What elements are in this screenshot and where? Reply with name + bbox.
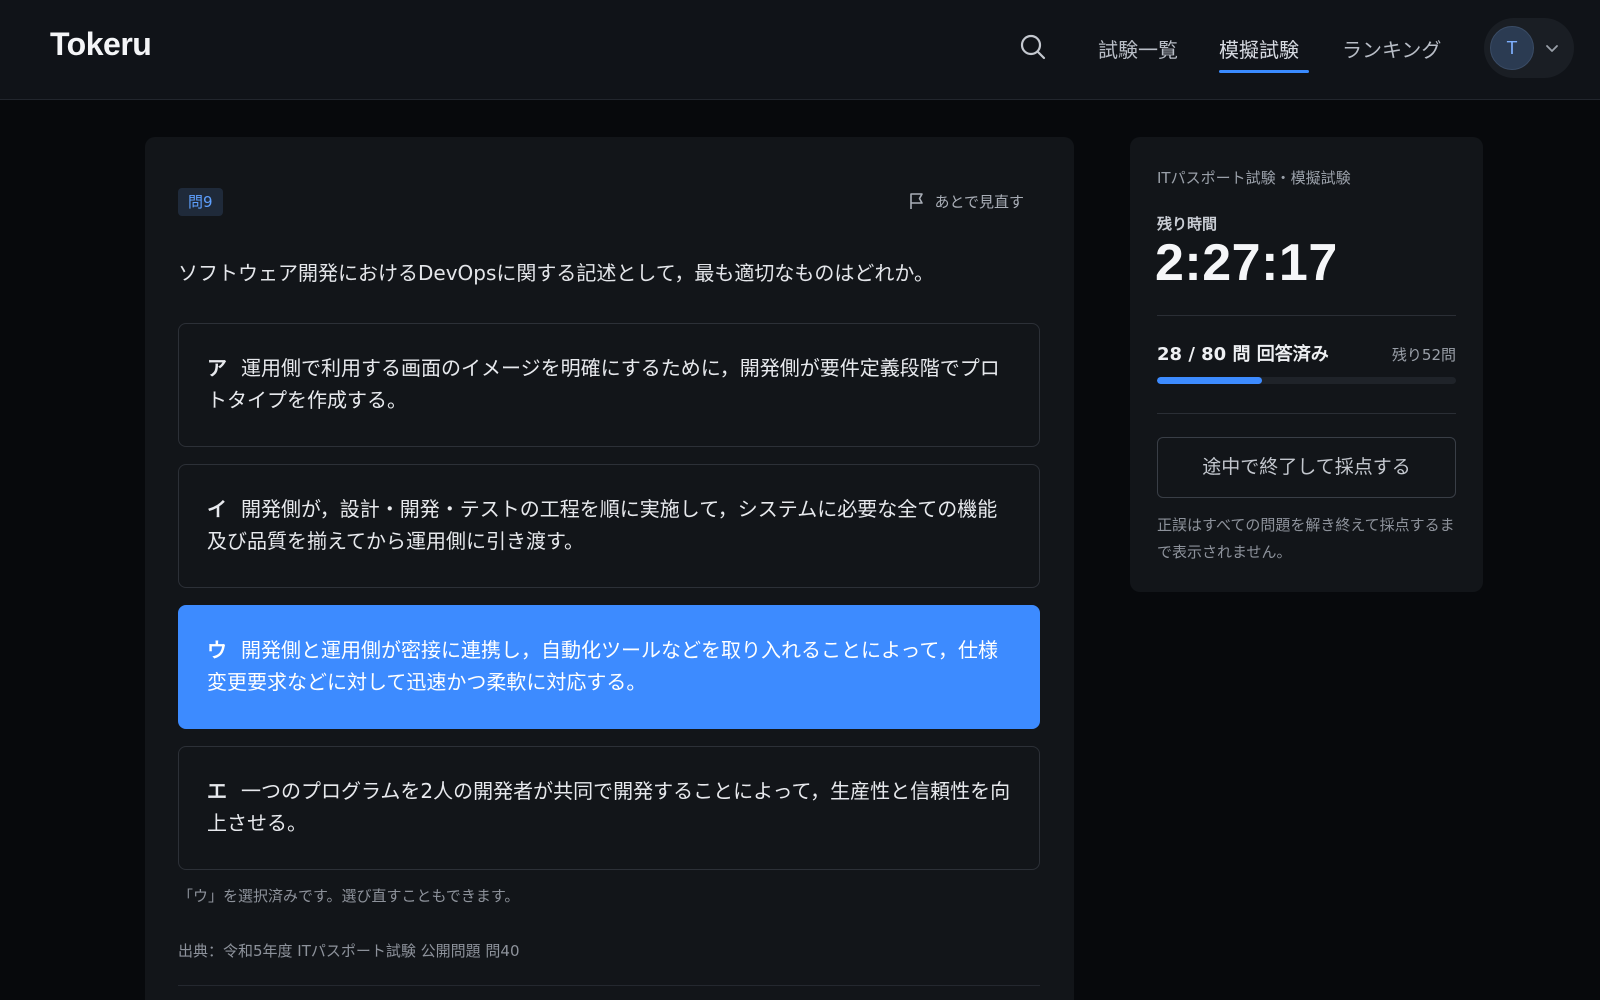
divider bbox=[1157, 315, 1456, 316]
choice-key: イ bbox=[207, 497, 227, 521]
chevron-down-icon bbox=[1546, 45, 1558, 52]
remaining-count: 残り52問 bbox=[1391, 346, 1456, 364]
selected-answer-note: 「ウ」を選択済みです。選び直すこともできます。 bbox=[178, 887, 520, 905]
avatar: T bbox=[1490, 26, 1534, 70]
flag-icon bbox=[910, 193, 924, 209]
exam-name: ITパスポート試験・模擬試験 bbox=[1157, 169, 1351, 187]
choice-a[interactable]: ア運用側で利用する画面のイメージを明確にするために，開発側が要件定義段階でプロト… bbox=[178, 323, 1040, 447]
search-icon bbox=[1020, 34, 1046, 60]
choice-text: 一つのプログラムを2人の開発者が共同で開発することによって，生産性と信頼性を向上… bbox=[207, 779, 1011, 835]
grading-note: 正誤はすべての問題を解き終えて採点するまで表示されません。 bbox=[1157, 516, 1455, 561]
nav-mock-exam[interactable]: 模擬試験 bbox=[1219, 34, 1299, 63]
question-source: 出典：令和5年度 ITパスポート試験 公開問題 問40 bbox=[178, 942, 520, 960]
search-button[interactable] bbox=[1018, 32, 1052, 66]
choice-text: 開発側と運用側が密接に連携し，自動化ツールなどを取り入れることによって，仕様変更… bbox=[207, 638, 998, 694]
choice-text: 開発側が，設計・開発・テストの工程を順に実施して，システムに必要な全ての機能及び… bbox=[207, 497, 998, 553]
nav-ranking[interactable]: ランキング bbox=[1342, 34, 1441, 63]
choice-text: 運用側で利用する画面のイメージを明確にするために，開発側が要件定義段階でプロトタ… bbox=[207, 356, 1000, 412]
choice-i[interactable]: イ開発側が，設計・開発・テストの工程を順に実施して，システムに必要な全ての機能及… bbox=[178, 464, 1040, 588]
divider bbox=[178, 985, 1040, 986]
question-number-badge: 問9 bbox=[178, 188, 223, 216]
exam-status-panel: ITパスポート試験・模擬試験 残り時間 2:27:17 28 / 80 問 回答… bbox=[1130, 137, 1483, 592]
divider bbox=[1157, 413, 1456, 414]
choice-key: ウ bbox=[207, 638, 227, 662]
choice-u[interactable]: ウ開発側と運用側が密接に連携し，自動化ツールなどを取り入れることによって，仕様変… bbox=[178, 605, 1040, 729]
progress-bar-fill bbox=[1157, 377, 1262, 384]
question-text: ソフトウェア開発におけるDevOpsに関する記述として，最も適切なものはどれか。 bbox=[178, 261, 934, 285]
progress-bar bbox=[1157, 377, 1456, 384]
question-card: 問9 あとで見直す ソフトウェア開発におけるDevOpsに関する記述として，最も… bbox=[145, 137, 1074, 1000]
nav-exam-list[interactable]: 試験一覧 bbox=[1098, 34, 1178, 63]
answered-count: 28 / 80 問 回答済み bbox=[1157, 344, 1329, 365]
review-later-label: あとで見直す bbox=[934, 193, 1024, 211]
nav-active-indicator bbox=[1219, 70, 1309, 73]
timer-label: 残り時間 bbox=[1157, 215, 1218, 233]
countdown-timer: 2:27:17 bbox=[1155, 234, 1338, 292]
top-header: Tokeru 試験一覧 模擬試験 ランキング T bbox=[0, 0, 1600, 100]
user-menu-button[interactable]: T bbox=[1484, 18, 1574, 78]
logo[interactable]: Tokeru bbox=[50, 26, 152, 63]
choice-key: ア bbox=[207, 356, 227, 380]
finish-and-grade-button[interactable]: 途中で終了して採点する bbox=[1157, 437, 1456, 498]
choice-key: エ bbox=[207, 779, 227, 803]
choice-e[interactable]: エ一つのプログラムを2人の開発者が共同で開発することによって，生産性と信頼性を向… bbox=[178, 746, 1040, 870]
review-later-button[interactable]: あとで見直す bbox=[908, 189, 1024, 215]
